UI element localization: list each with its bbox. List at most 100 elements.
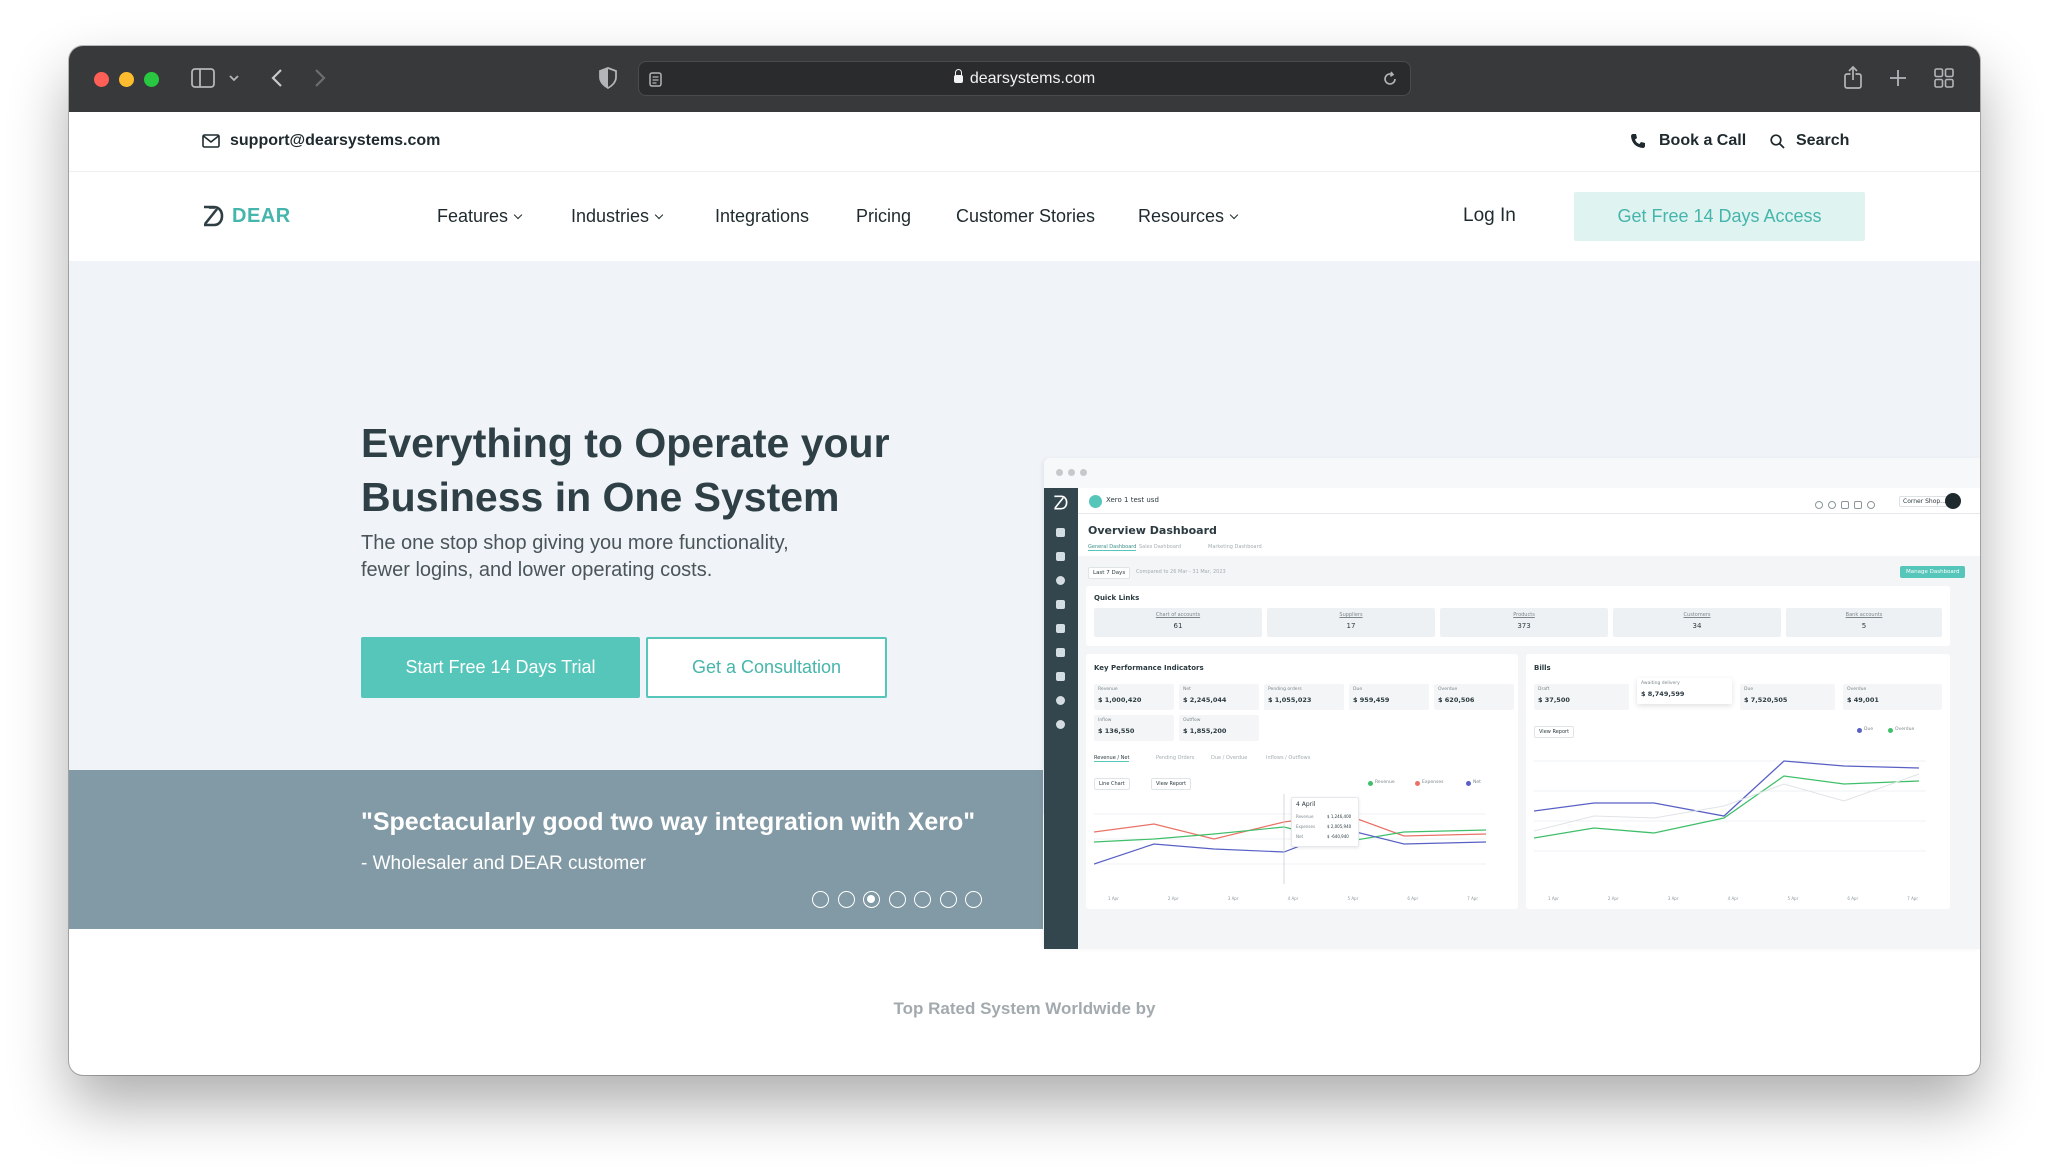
mock-kpi-value: $ 959,459 <box>1353 696 1390 704</box>
hero-subtitle: The one stop shop giving you more functi… <box>361 530 881 584</box>
maximize-window-button[interactable] <box>144 72 159 87</box>
carousel-dot[interactable] <box>888 891 906 908</box>
carousel-dot[interactable] <box>914 891 931 908</box>
carousel-dot[interactable] <box>965 891 982 908</box>
carousel-dot[interactable] <box>837 891 855 908</box>
mock-kpi-tab: Due / Overdue <box>1211 755 1248 761</box>
back-arrow-icon[interactable] <box>271 68 283 88</box>
mock-tooltip-label: Expenses <box>1296 824 1316 829</box>
get-free-access-button[interactable]: Get Free 14 Days Access <box>1574 192 1865 241</box>
mock-kpi-label: Net <box>1183 687 1191 692</box>
mock-kpi-label: Due <box>1353 687 1363 692</box>
nav-features[interactable]: Features <box>437 206 523 227</box>
chevron-down-icon <box>513 210 523 220</box>
carousel-dot[interactable] <box>939 891 957 908</box>
nav-customer-stories[interactable]: Customer Stories <box>956 206 1095 227</box>
reload-icon[interactable] <box>1382 71 1398 87</box>
mock-legend-net: Net <box>1473 780 1481 785</box>
forward-arrow-icon[interactable] <box>314 68 326 88</box>
mock-bills-title: Bills <box>1534 664 1551 672</box>
x-tick: 1 Apr <box>1108 896 1119 901</box>
mock-kpi-label: Revenue <box>1098 687 1118 692</box>
url-text: dearsystems.com <box>639 69 1410 88</box>
mock-money-icon <box>1056 648 1065 657</box>
mock-tooltip-value: $ 1,246,400 <box>1327 814 1352 819</box>
mock-bill-value: $ 49,001 <box>1847 696 1879 704</box>
nav-features-label: Features <box>437 206 509 226</box>
mock-tooltip-label: Revenue <box>1296 814 1314 819</box>
mock-logo-icon <box>1054 495 1068 510</box>
carousel-dot[interactable] <box>812 891 829 908</box>
mock-sidebar <box>1044 488 1078 949</box>
mock-chart-tooltip: 4 April Revenue $ 1,246,400 Expenses $ 2… <box>1291 797 1359 847</box>
mock-bill-label: Draft <box>1538 687 1550 692</box>
close-window-button[interactable] <box>94 72 109 87</box>
mock-view-report-button: View Report <box>1151 778 1192 790</box>
mock-dashboard-icon <box>1056 528 1065 537</box>
new-tab-icon[interactable] <box>1889 69 1907 87</box>
mock-tooltip-value: $ 2,005,940 <box>1327 824 1352 829</box>
mock-kpi-tab: Pending Orders <box>1156 755 1195 761</box>
book-call-link[interactable]: Book a Call <box>1659 132 1746 150</box>
mock-bill-value: $ 37,500 <box>1538 696 1570 704</box>
mock-dot <box>1056 469 1063 476</box>
hero-headline: Everything to Operate your Business in O… <box>361 416 981 524</box>
x-tick: 6 Apr <box>1847 896 1859 901</box>
legend-dot-overdue <box>1888 728 1893 733</box>
phone-icon <box>1631 134 1645 148</box>
carousel-dot-active[interactable] <box>863 891 880 908</box>
testimonial-author: - Wholesaler and DEAR customer <box>361 853 647 874</box>
mock-shop-select: Corner Shop... <box>1899 496 1950 507</box>
mock-quick-link: Bank accounts 5 <box>1786 608 1942 637</box>
search-link[interactable]: Search <box>1796 132 1849 150</box>
nav-integrations[interactable]: Integrations <box>715 206 809 227</box>
mock-bills-view-report: View Report <box>1534 726 1575 738</box>
mock-kpi-value: $ 2,245,044 <box>1183 696 1227 704</box>
contact-bar: support@dearsystems.com Book a Call Sear… <box>69 112 1980 172</box>
start-trial-button[interactable]: Start Free 14 Days Trial <box>361 637 640 698</box>
sidebar-toggle-icon[interactable] <box>191 68 215 88</box>
x-tick: 5 Apr <box>1347 896 1359 901</box>
x-tick: 4 Apr <box>1287 896 1299 901</box>
mock-quick-link-label: Products <box>1513 612 1535 618</box>
testimonial-band: "Spectacularly good two way integration … <box>69 770 1043 929</box>
mock-kpi-label: Pending orders <box>1268 687 1302 692</box>
mock-top-icons <box>1815 496 1885 527</box>
mock-period-select: Last 7 Days <box>1088 567 1131 579</box>
mock-kpi-label: Outflow <box>1183 718 1201 723</box>
address-bar[interactable]: dearsystems.com <box>638 61 1411 96</box>
mock-bill-label: Overdue <box>1847 687 1867 692</box>
share-icon[interactable] <box>1843 65 1863 89</box>
get-consultation-button[interactable]: Get a Consultation <box>646 637 887 698</box>
mock-bills-card: Bills Draft $ 37,500 Awaiting delivery $… <box>1526 654 1950 909</box>
mock-tooltip-date: 4 April <box>1296 801 1316 808</box>
nav-pricing[interactable]: Pricing <box>856 206 911 227</box>
login-link[interactable]: Log In <box>1463 205 1516 227</box>
mock-kpi-label: Inflow <box>1098 718 1112 723</box>
privacy-shield-icon[interactable] <box>599 67 617 89</box>
mock-kpi-tab: Inflows / Outflows <box>1266 755 1311 761</box>
mock-bill: Overdue $ 49,001 <box>1843 684 1942 710</box>
mock-tooltip-label: Net <box>1296 834 1304 839</box>
mock-quick-link-value: 61 <box>1173 622 1183 630</box>
mock-org-avatar <box>1089 495 1102 508</box>
browser-toolbar: dearsystems.com <box>69 46 1980 112</box>
mock-tab-marketing: Marketing Dashboard <box>1208 544 1262 550</box>
mock-bill: Draft $ 37,500 <box>1534 684 1629 710</box>
mock-kpi-value: $ 1,855,200 <box>1183 727 1227 735</box>
mock-quick-link: Chart of accounts 61 <box>1094 608 1262 637</box>
mock-kpi-value: $ 1,055,023 <box>1268 696 1312 704</box>
mock-quick-link-label: Bank accounts <box>1845 612 1883 618</box>
legend-dot-due <box>1857 728 1862 733</box>
nav-industries[interactable]: Industries <box>571 206 664 227</box>
minimize-window-button[interactable] <box>119 72 134 87</box>
chevron-down-icon[interactable] <box>229 75 239 82</box>
mock-kpi: Outflow $ 1,855,200 <box>1179 715 1259 741</box>
tab-overview-icon[interactable] <box>1934 68 1954 88</box>
mock-kpi-title: Key Performance Indicators <box>1094 664 1204 672</box>
nav-resources[interactable]: Resources <box>1138 206 1239 227</box>
mock-user-avatar <box>1945 493 1961 509</box>
top-rated-heading: Top Rated System Worldwide by <box>893 999 1156 1018</box>
mock-kpi-value: $ 1,000,420 <box>1098 696 1142 704</box>
support-email-link[interactable]: support@dearsystems.com <box>230 132 440 150</box>
